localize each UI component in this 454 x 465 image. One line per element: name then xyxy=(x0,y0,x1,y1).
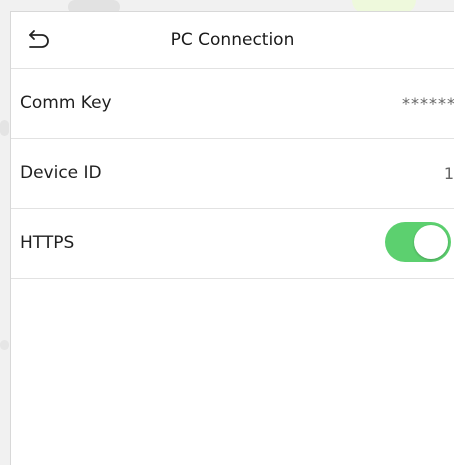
setting-label: HTTPS xyxy=(20,233,75,253)
toggle-knob xyxy=(414,225,448,259)
setting-row-https: HTTPS xyxy=(11,209,454,279)
https-toggle[interactable] xyxy=(385,222,451,262)
page-title: PC Connection xyxy=(170,30,295,50)
device-screen: PC Connection Comm Key ****** Device ID … xyxy=(10,11,454,465)
setting-row-device-id[interactable]: Device ID 1 xyxy=(11,139,454,209)
setting-row-comm-key[interactable]: Comm Key ****** xyxy=(11,69,454,139)
setting-label: Device ID xyxy=(20,163,102,183)
back-button[interactable] xyxy=(21,24,55,54)
setting-value: ****** xyxy=(402,94,454,113)
back-arrow-icon xyxy=(29,30,49,48)
setting-label: Comm Key xyxy=(20,93,112,113)
header-bar: PC Connection xyxy=(11,12,454,69)
background-shape xyxy=(0,120,9,136)
setting-value: 1 xyxy=(443,164,454,183)
background-shape xyxy=(0,340,9,350)
